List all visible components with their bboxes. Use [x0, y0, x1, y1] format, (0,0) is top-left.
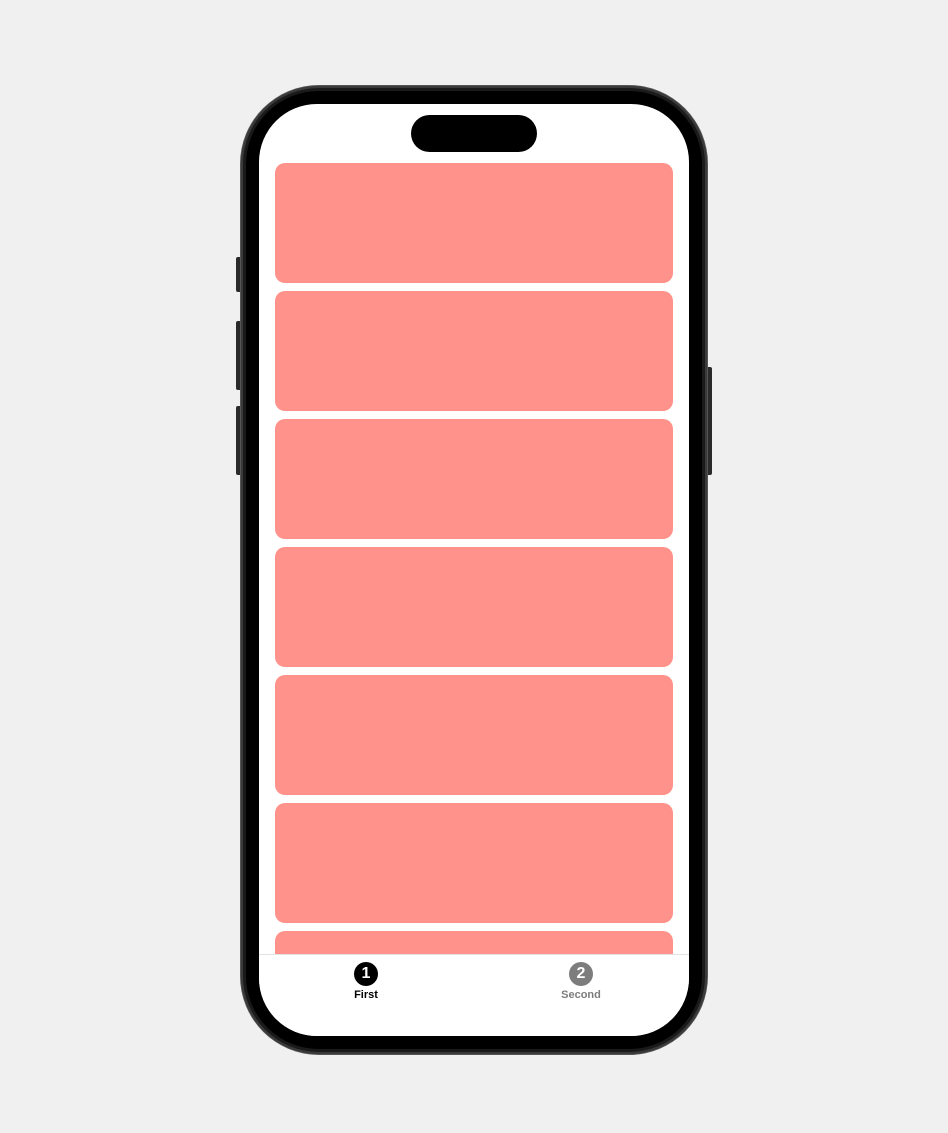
- card[interactable]: [275, 163, 673, 283]
- card[interactable]: [275, 547, 673, 667]
- scroll-view[interactable]: [259, 104, 689, 954]
- card[interactable]: [275, 291, 673, 411]
- tab-bar: 1 First 2 Second: [259, 954, 689, 1036]
- dynamic-island: [411, 115, 537, 152]
- card[interactable]: [275, 931, 673, 954]
- tab-second-label: Second: [561, 989, 601, 1001]
- card[interactable]: [275, 675, 673, 795]
- number-one-circle-icon: 1: [354, 962, 378, 986]
- tab-first[interactable]: 1 First: [306, 962, 426, 1010]
- card-list: [275, 163, 673, 954]
- tab-second[interactable]: 2 Second: [521, 962, 641, 1010]
- card[interactable]: [275, 803, 673, 923]
- card[interactable]: [275, 419, 673, 539]
- number-two-circle-icon: 2: [569, 962, 593, 986]
- phone-screen: 1 First 2 Second: [259, 104, 689, 1036]
- tab-first-label: First: [354, 989, 378, 1001]
